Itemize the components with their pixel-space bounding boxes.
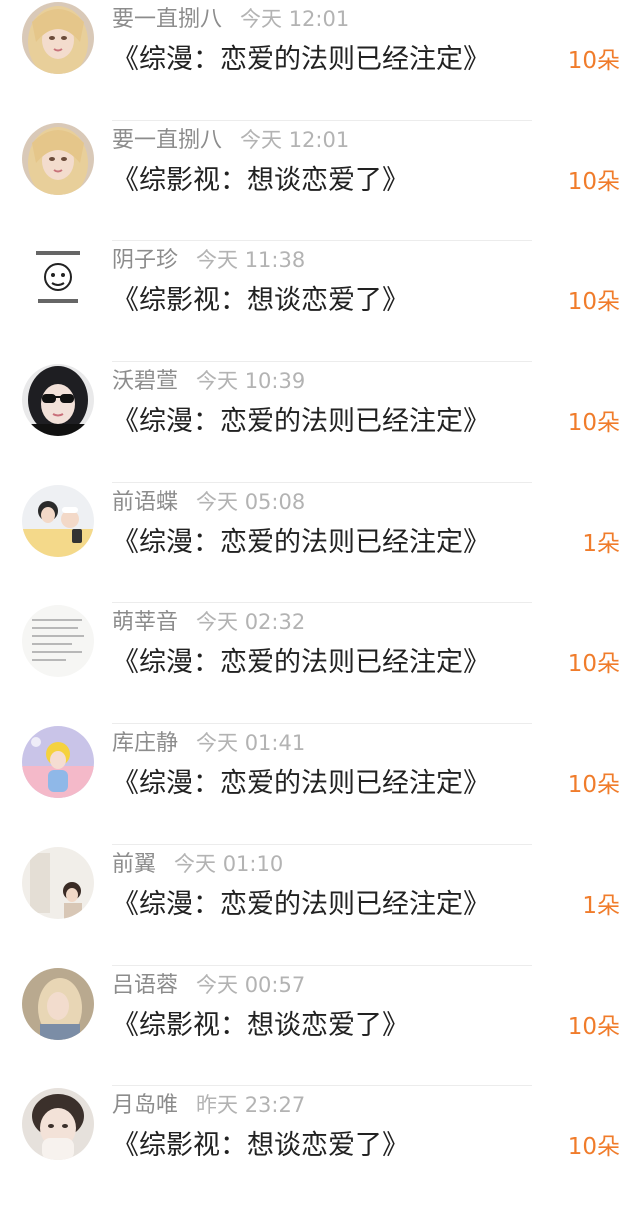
timestamp: 今天 12:01 [240, 7, 350, 31]
list-item[interactable]: 萌莘音 今天 02:32 《综漫：恋爱的法则已经注定》 10朵 [0, 603, 640, 724]
gift-count: 10朵 [567, 168, 620, 195]
gift-count: 10朵 [567, 289, 620, 316]
anime-girl-avatar-icon[interactable] [22, 122, 94, 195]
list-item[interactable]: 要一直捌八 今天 12:01 《综影视：想谈恋爱了》 10朵 [0, 121, 640, 242]
list-item[interactable]: 库庄静 今天 01:41 《综漫：恋爱的法则已经注定》 10朵 [0, 724, 640, 845]
list-item[interactable]: 吕语蓉 今天 00:57 《综影视：想谈恋爱了》 10朵 [0, 966, 640, 1087]
gift-count: 10朵 [567, 410, 620, 437]
username[interactable]: 阴子珍 [112, 248, 178, 273]
gift-count: 10朵 [567, 651, 620, 678]
sunglasses-girl-avatar-icon[interactable] [22, 364, 94, 437]
username[interactable]: 吕语蓉 [112, 973, 178, 998]
book-title[interactable]: 《综漫：恋爱的法则已经注定》 [112, 645, 490, 681]
book-title[interactable]: 《综漫：恋爱的法则已经注定》 [112, 404, 490, 440]
username[interactable]: 月岛唯 [112, 1093, 178, 1118]
list-item[interactable]: 前翼 今天 01:10 《综漫：恋爱的法则已经注定》 1朵 [0, 845, 640, 966]
gift-count: 1朵 [582, 892, 620, 919]
timestamp: 今天 05:08 [196, 489, 306, 514]
list-item[interactable]: 月岛唯 昨天 23:27 《综影视：想谈恋爱了》 10朵 [0, 1086, 640, 1207]
timestamp: 今天 10:39 [196, 369, 306, 394]
book-title[interactable]: 《综影视：想谈恋爱了》 [112, 1128, 409, 1164]
anime-girl-avatar-icon[interactable] [22, 2, 94, 74]
username[interactable]: 前翼 [112, 852, 156, 877]
timestamp: 今天 11:38 [196, 248, 306, 273]
timestamp: 今天 00:57 [196, 972, 306, 997]
meme-sticker-avatar-icon[interactable] [22, 243, 94, 316]
book-title[interactable]: 《综影视：想谈恋爱了》 [112, 1008, 409, 1044]
username[interactable]: 要一直捌八 [112, 128, 222, 153]
timestamp: 今天 01:10 [174, 851, 284, 876]
book-title[interactable]: 《综漫：恋爱的法则已经注定》 [112, 766, 490, 802]
username[interactable]: 萌莘音 [112, 610, 178, 635]
book-title[interactable]: 《综影视：想谈恋爱了》 [112, 283, 409, 319]
timestamp: 昨天 23:27 [196, 1093, 306, 1118]
gift-count: 10朵 [567, 772, 620, 799]
gift-count: 10朵 [567, 1134, 620, 1161]
blonde-girl-avatar-icon[interactable] [22, 967, 94, 1040]
gift-count: 1朵 [582, 530, 620, 557]
list-item[interactable]: 阴子珍 今天 11:38 《综影视：想谈恋爱了》 10朵 [0, 241, 640, 362]
couple-photo-avatar-icon[interactable] [22, 484, 94, 557]
book-title[interactable]: 《综漫：恋爱的法则已经注定》 [112, 525, 490, 561]
username[interactable]: 沃碧萱 [112, 369, 178, 394]
timestamp: 今天 01:41 [196, 731, 306, 756]
timestamp: 今天 02:32 [196, 610, 306, 635]
book-title[interactable]: 《综漫：恋爱的法则已经注定》 [112, 887, 490, 923]
list-item[interactable]: 前语蝶 今天 05:08 《综漫：恋爱的法则已经注定》 1朵 [0, 483, 640, 604]
gift-count: 10朵 [567, 1013, 620, 1040]
book-title[interactable]: 《综漫：恋爱的法则已经注定》 [112, 42, 490, 78]
list-item[interactable]: 要一直捌八 今天 12:01 《综漫：恋爱的法则已经注定》 10朵 [0, 0, 640, 121]
gift-count: 10朵 [567, 48, 620, 74]
username[interactable]: 库庄静 [112, 731, 178, 756]
room-photo-avatar-icon[interactable] [22, 846, 94, 919]
text-page-avatar-icon[interactable] [22, 605, 94, 678]
timestamp: 今天 12:01 [240, 127, 350, 152]
username[interactable]: 要一直捌八 [112, 7, 222, 32]
list-item[interactable]: 沃碧萱 今天 10:39 《综漫：恋爱的法则已经注定》 10朵 [0, 362, 640, 483]
illustration-avatar-icon[interactable] [22, 726, 94, 799]
book-title[interactable]: 《综影视：想谈恋爱了》 [112, 163, 409, 199]
face-closeup-avatar-icon[interactable] [22, 1088, 94, 1161]
username[interactable]: 前语蝶 [112, 490, 178, 515]
gift-record-list: 要一直捌八 今天 12:01 《综漫：恋爱的法则已经注定》 10朵 要一直捌八 今天… [0, 0, 640, 1184]
